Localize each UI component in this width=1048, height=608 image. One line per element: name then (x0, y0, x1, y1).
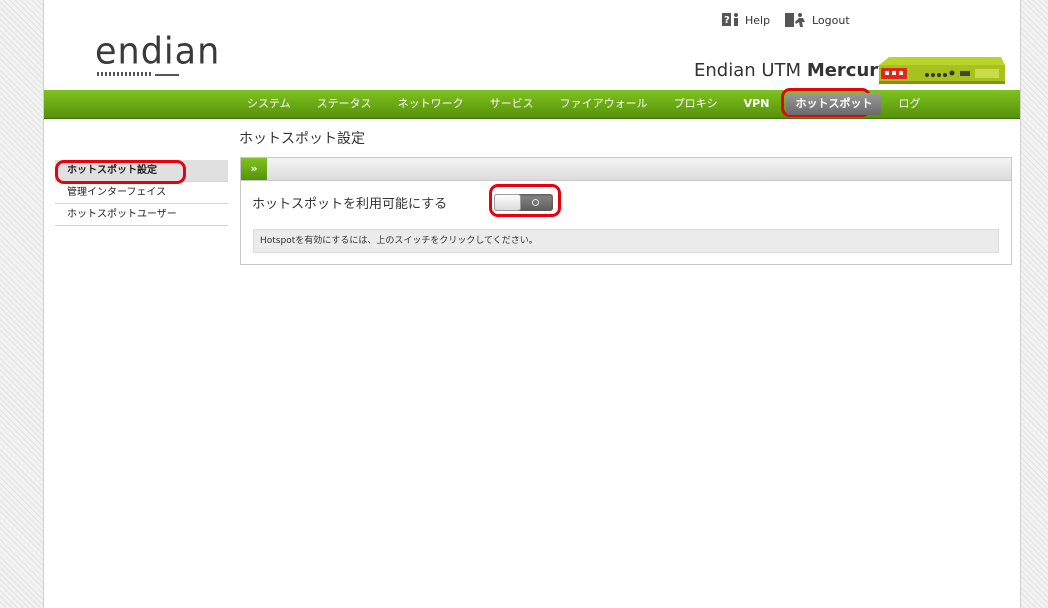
nav-item-proxy[interactable]: プロキシ (661, 90, 731, 118)
sidebar-item-hotspot-users[interactable]: ホットスポットユーザー (55, 204, 228, 226)
nav-item-logs[interactable]: ログ (885, 90, 933, 118)
nav-item-services[interactable]: サービス (477, 90, 547, 118)
logo-dots (97, 72, 153, 76)
settings-panel: » ホットスポットを利用可能にする Hotspotを有効にするには、上のスイッチ… (240, 157, 1012, 265)
help-icon: ? (722, 13, 738, 26)
page-title: ホットスポット設定 (239, 131, 365, 147)
logout-link[interactable]: Logout (785, 12, 850, 28)
nav-item-network[interactable]: ネットワーク (385, 90, 477, 118)
logo-text: endian (95, 31, 221, 74)
hint-message: Hotspotを有効にするには、上のスイッチをクリックしてください。 (253, 229, 999, 253)
device-image (879, 57, 1005, 84)
collapse-button[interactable]: » (241, 158, 267, 180)
logo-line (155, 74, 179, 76)
nav-item-vpn[interactable]: VPN (731, 90, 783, 118)
nav-item-hotspot[interactable]: ホットスポット (782, 90, 885, 118)
enable-hotspot-label: ホットスポットを利用可能にする (252, 197, 448, 212)
product-name-regular: Endian UTM (694, 60, 802, 81)
logout-label: Logout (812, 13, 850, 27)
page: endian ? Help Logout Endian UTM Mercury (43, 0, 1021, 608)
sidebar: ホットスポット設定 管理インターフェイス ホットスポットユーザー (55, 160, 228, 226)
product-title: Endian UTM Mercury (694, 60, 890, 81)
sidebar-item-hotspot-settings[interactable]: ホットスポット設定 (55, 160, 228, 182)
enable-hotspot-toggle[interactable] (494, 194, 553, 211)
panel-header: » (241, 158, 1011, 181)
sidebar-item-admin-interface[interactable]: 管理インターフェイス (55, 182, 228, 204)
logout-icon (785, 13, 805, 27)
endian-logo[interactable]: endian (95, 31, 219, 80)
nav-item-status[interactable]: ステータス (304, 90, 385, 118)
help-label: Help (745, 13, 771, 27)
help-link[interactable]: ? Help (722, 12, 770, 28)
main-nav: システム ステータス ネットワーク サービス ファイアウォール プロキシ VPN… (44, 90, 1020, 119)
svg-text:?: ? (724, 15, 730, 26)
toggle-off-icon (532, 199, 539, 206)
nav-item-system[interactable]: システム (234, 90, 304, 118)
toggle-knob (494, 194, 521, 211)
nav-item-firewall[interactable]: ファイアウォール (547, 90, 661, 118)
